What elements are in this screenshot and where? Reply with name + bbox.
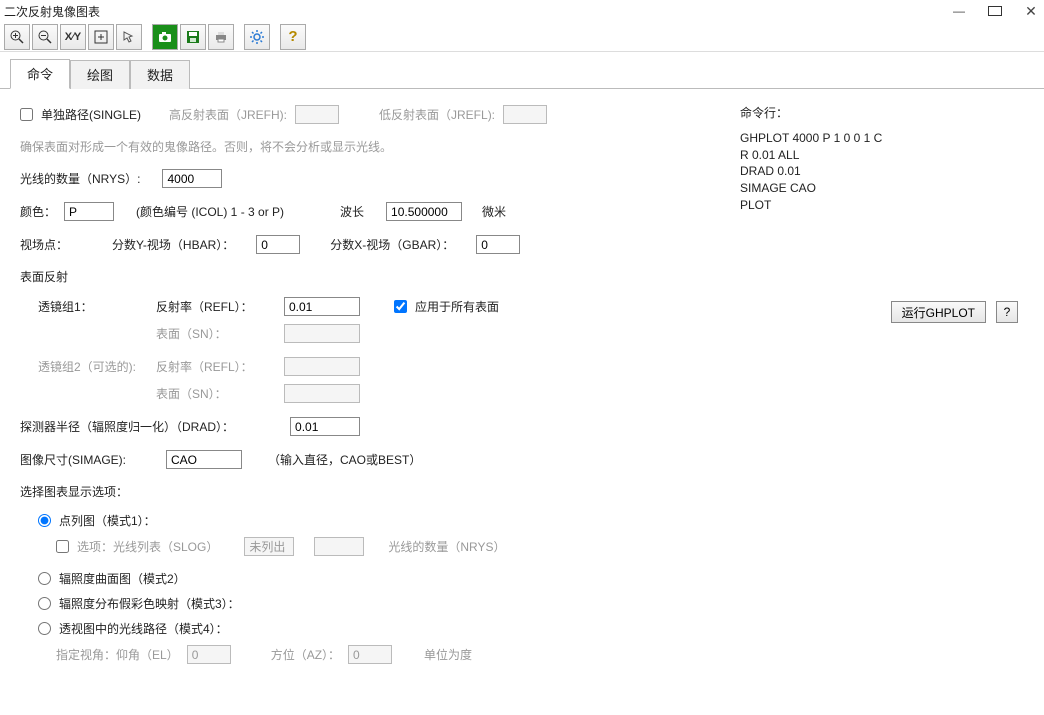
color-label: 颜色： <box>20 203 56 220</box>
fieldpoint-label: 视场点： <box>20 236 68 253</box>
help-icon[interactable]: ? <box>280 24 306 50</box>
tabs: 命令 绘图 数据 <box>0 52 1044 89</box>
view-unit: 单位为度 <box>424 646 472 663</box>
close-icon[interactable]: ✕ <box>1024 3 1038 20</box>
save-icon[interactable] <box>180 24 206 50</box>
single-checkbox[interactable]: 单独路径(SINGLE) <box>20 106 141 123</box>
wavelength-unit: 微米 <box>482 203 506 220</box>
mode3-radio-input[interactable] <box>38 597 51 610</box>
color-hint: (颜色编号 (ICOL) 1 - 3 or P) <box>136 203 284 220</box>
simage-input[interactable] <box>166 450 242 469</box>
group1-sn-label: 表面（SN）： <box>156 325 276 342</box>
minimize-icon[interactable]: — <box>952 4 966 18</box>
jrefl-label: 低反射表面（JREFL): <box>379 106 495 123</box>
surface-reflection-header: 表面反射 <box>20 268 690 285</box>
apply-all-checkbox[interactable]: 应用于所有表面 <box>394 298 499 315</box>
slog-checkbox-input[interactable] <box>56 540 69 553</box>
simage-hint: （输入直径，CAO或BEST） <box>268 451 421 468</box>
jrefh-input <box>295 105 339 124</box>
group2-refl-label: 反射率（REFL）： <box>156 358 276 375</box>
zoom-in-icon[interactable] <box>4 24 30 50</box>
apply-all-label: 应用于所有表面 <box>415 298 499 315</box>
print-icon[interactable] <box>208 24 234 50</box>
mode1-label: 点列图（模式1）： <box>59 512 156 529</box>
command-preview-header: 命令行： <box>740 105 1024 122</box>
group1-refl-input[interactable] <box>284 297 360 316</box>
mode3-radio[interactable]: 辐照度分布假彩色映射（模式3）： <box>38 595 240 612</box>
single-checkbox-input[interactable] <box>20 108 33 121</box>
hbar-input[interactable] <box>256 235 300 254</box>
view-az-input <box>348 645 392 664</box>
panel-help-button[interactable]: ? <box>996 301 1018 323</box>
mode1-radio[interactable]: 点列图（模式1）： <box>38 512 156 529</box>
maximize-icon[interactable] <box>988 6 1002 16</box>
display-options-header: 选择图表显示选项： <box>20 483 690 500</box>
note-line: 确保表面对形成一个有效的鬼像路径。否则，将不会分析或显示光线。 <box>20 138 392 155</box>
command-line: DRAD 0.01 <box>740 163 1024 180</box>
hbar-label: 分数Y-视场（HBAR）： <box>112 236 234 253</box>
tab-data[interactable]: 数据 <box>130 60 190 89</box>
jrefh-label: 高反射表面（JREFH): <box>169 106 287 123</box>
mode4-radio[interactable]: 透视图中的光线路径（模式4）： <box>38 620 228 637</box>
pointer-icon[interactable] <box>116 24 142 50</box>
run-ghplot-button[interactable]: 运行GHPLOT <box>891 301 986 323</box>
drad-label: 探测器半径（辐照度归一化）（DRAD）： <box>20 418 234 435</box>
slog-unlisted-input <box>244 537 294 556</box>
command-preview: 命令行： GHPLOT 4000 P 1 0 0 1 C R 0.01 ALL … <box>740 105 1024 214</box>
titlebar: 二次反射鬼像图表 — ✕ <box>0 0 1044 22</box>
group2-refl-input <box>284 357 360 376</box>
wavelength-input[interactable] <box>386 202 462 221</box>
nrys-label: 光线的数量（NRYS）: <box>20 170 140 187</box>
gbar-input[interactable] <box>476 235 520 254</box>
nrys-input[interactable] <box>162 169 222 188</box>
toolbar: X⁄Y ? <box>0 22 1044 52</box>
group2-sn-input <box>284 384 360 403</box>
mode2-radio[interactable]: 辐照度曲面图（模式2） <box>38 570 186 587</box>
view-el-input <box>187 645 231 664</box>
color-input[interactable] <box>64 202 114 221</box>
mode4-label: 透视图中的光线路径（模式4）： <box>59 620 228 637</box>
gear-icon[interactable] <box>244 24 270 50</box>
command-line: SIMAGE CAO <box>740 180 1024 197</box>
jrefl-input <box>503 105 547 124</box>
command-line: PLOT <box>740 197 1024 214</box>
group1-label: 透镜组1： <box>38 298 148 315</box>
mode2-label: 辐照度曲面图（模式2） <box>59 570 186 587</box>
xy-axis-icon[interactable]: X⁄Y <box>60 24 86 50</box>
command-pane: 单独路径(SINGLE) 高反射表面（JREFH): 低反射表面（JREFL):… <box>0 89 1044 694</box>
group1-refl-label: 反射率（REFL）： <box>156 298 276 315</box>
gbar-label: 分数X-视场（GBAR）： <box>330 236 454 253</box>
mode4-radio-input[interactable] <box>38 622 51 635</box>
apply-all-checkbox-input[interactable] <box>394 300 407 313</box>
single-label: 单独路径(SINGLE) <box>41 106 141 123</box>
command-line: GHPLOT 4000 P 1 0 0 1 C <box>740 130 1024 147</box>
simage-label: 图像尺寸(SIMAGE): <box>20 451 126 468</box>
view-el-label: 指定视角：仰角（EL） <box>56 646 179 663</box>
drad-input[interactable] <box>290 417 360 436</box>
group1-sn-input <box>284 324 360 343</box>
fit-icon[interactable] <box>88 24 114 50</box>
window-controls: — ✕ <box>952 3 1038 20</box>
slog-nrys-input <box>314 537 364 556</box>
camera-icon[interactable] <box>152 24 178 50</box>
group2-label: 透镜组2（可选的): <box>38 358 148 375</box>
command-line: R 0.01 ALL <box>740 147 1024 164</box>
slog-label: 选项：光线列表（SLOG） <box>77 538 218 555</box>
tab-plot[interactable]: 绘图 <box>70 60 130 89</box>
group2-sn-label: 表面（SN）： <box>156 385 276 402</box>
window-title: 二次反射鬼像图表 <box>4 3 100 20</box>
view-az-label: 方位（AZ）： <box>271 646 340 663</box>
tab-command[interactable]: 命令 <box>10 59 70 89</box>
slog-nrys-hint: 光线的数量（NRYS） <box>388 538 505 555</box>
mode2-radio-input[interactable] <box>38 572 51 585</box>
mode3-label: 辐照度分布假彩色映射（模式3）： <box>59 595 240 612</box>
wavelength-label: 波长 <box>340 203 364 220</box>
mode1-radio-input[interactable] <box>38 514 51 527</box>
slog-checkbox[interactable]: 选项：光线列表（SLOG） <box>56 538 218 555</box>
zoom-out-icon[interactable] <box>32 24 58 50</box>
